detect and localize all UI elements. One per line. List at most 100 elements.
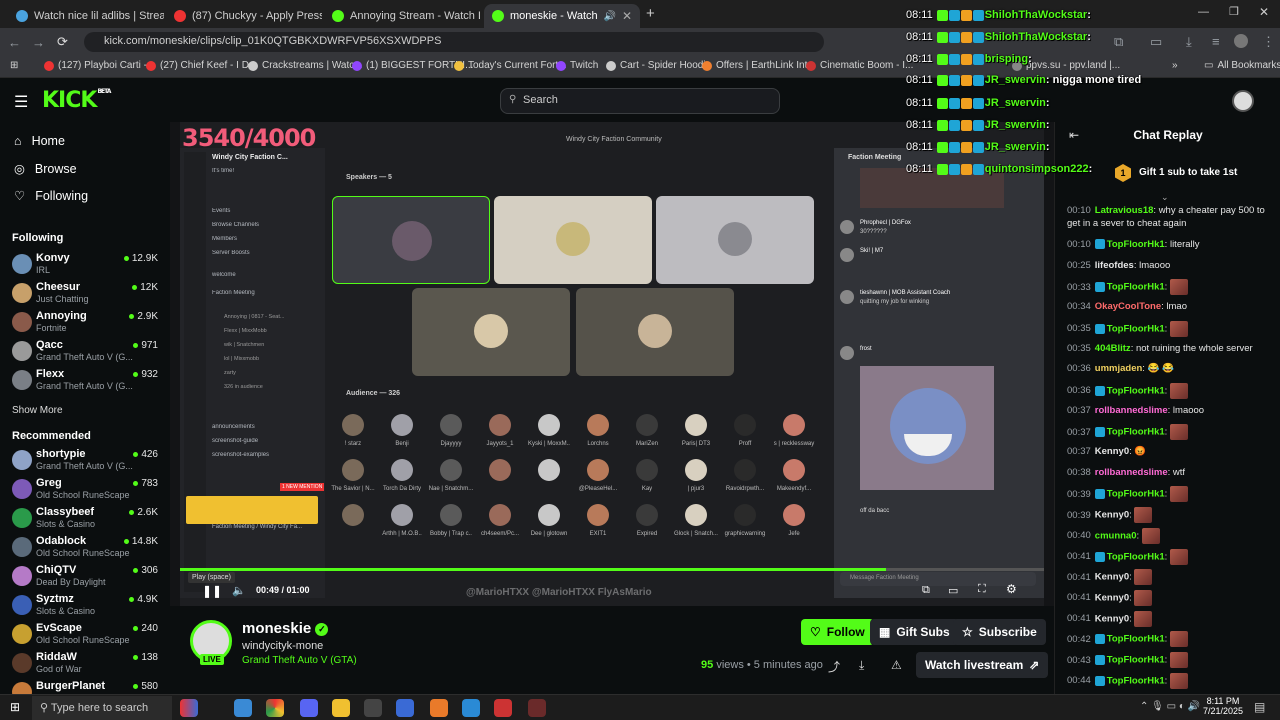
restore-button[interactable]: ❐ — [1229, 5, 1239, 18]
browser-tab-active[interactable]: moneskie - Watch clips on🔊✕ — [484, 4, 640, 28]
watch-livestream-button[interactable]: Watch livestream ⇗ — [916, 652, 1049, 678]
channel-item[interactable]: Konvy IRL 12.9K — [12, 252, 162, 280]
app-icon[interactable] — [364, 699, 382, 717]
streamer-name[interactable]: moneskie ✓ — [242, 620, 329, 637]
channel-item[interactable]: Odablock Old School RuneScape 14.8K — [12, 535, 162, 563]
pause-icon[interactable]: ❚❚ — [202, 584, 222, 598]
bookmark-item[interactable]: Twitch — [556, 60, 598, 71]
progress-track[interactable] — [180, 568, 1044, 571]
message-username[interactable]: TopFloorHk1 — [1107, 239, 1165, 250]
message-username[interactable]: TopFloorHk1 — [1107, 634, 1165, 645]
message-username[interactable]: Kenny0 — [1095, 446, 1129, 457]
reload-icon[interactable]: ⟳ — [57, 34, 68, 50]
channel-item[interactable]: RiddaW God of War 138 — [12, 651, 162, 679]
minimize-button[interactable]: — — [1198, 6, 1209, 18]
report-icon[interactable]: ⚠ — [891, 658, 902, 672]
media-icon[interactable]: ≡ — [1212, 34, 1220, 49]
browser-tab[interactable]: (87) Chuckyy - Apply Pressure✕ — [166, 4, 322, 28]
message-username[interactable]: 404Blitz — [1095, 343, 1131, 354]
apps-icon[interactable]: ⊞ — [10, 60, 18, 71]
streamer-username[interactable]: windycityk-mone — [242, 640, 323, 652]
app-icon[interactable] — [494, 699, 512, 717]
message-username[interactable]: rollbannedslime — [1095, 405, 1168, 416]
app-icon[interactable] — [462, 699, 480, 717]
message-username[interactable]: lifeofdes — [1095, 260, 1134, 271]
message-username[interactable]: Latravious18 — [1095, 205, 1154, 216]
subscribe-button[interactable]: ☆ Subscribe — [953, 619, 1046, 645]
store-icon[interactable] — [396, 699, 414, 717]
chevron-down-icon[interactable]: ⌄ — [1161, 192, 1169, 203]
chevron-right-icon[interactable]: » — [1172, 60, 1178, 71]
app-icon[interactable] — [528, 699, 546, 717]
new-tab-button[interactable]: + — [646, 5, 655, 22]
bookmark-item[interactable]: (127) Playboi Carti -... — [44, 60, 155, 71]
windows-start-icon[interactable]: ⊞ — [10, 700, 20, 714]
channel-item[interactable]: ChiQTV Dead By Daylight 306 — [12, 564, 162, 592]
file-explorer-icon[interactable] — [332, 699, 350, 717]
profile-avatar[interactable] — [1234, 34, 1248, 48]
message-username[interactable]: ummjaden — [1095, 363, 1143, 374]
share-icon[interactable]: ⤴ — [828, 658, 840, 675]
nav-following[interactable]: ♡ Following — [14, 188, 88, 204]
chrome-icon[interactable] — [266, 699, 284, 717]
message-username[interactable]: Kenny0 — [1095, 510, 1129, 521]
browser-tab[interactable]: Watch nice lil adlibs | Streamab✕ — [8, 4, 164, 28]
app-icon[interactable] — [430, 699, 448, 717]
channel-item[interactable]: Flexx Grand Theft Auto V (G... 932 — [12, 368, 162, 396]
search-input[interactable]: ⚲ Search — [500, 88, 780, 114]
volume-icon[interactable]: 🔈 — [232, 584, 246, 597]
message-username[interactable]: Kenny0 — [1095, 613, 1129, 624]
message-username[interactable]: TopFloorHk1 — [1107, 385, 1165, 396]
message-username[interactable]: TopFloorHk1 — [1107, 655, 1165, 666]
clock[interactable]: 8:11 PM 7/21/2025 — [1196, 696, 1250, 716]
download-icon[interactable]: ⤓ — [1186, 34, 1192, 50]
channel-item[interactable]: Greg Old School RuneScape 783 — [12, 477, 162, 505]
settings-icon[interactable]: ⚙ — [1006, 582, 1017, 596]
show-more-link[interactable]: Show More — [12, 405, 63, 416]
message-username[interactable]: Kenny0 — [1095, 592, 1129, 603]
cast-icon[interactable]: ▭ — [1150, 34, 1162, 50]
message-username[interactable]: TopFloorHk1 — [1107, 489, 1165, 500]
bookmark-item[interactable]: Cart - Spider Hoodie — [606, 60, 711, 71]
channel-item[interactable]: Cheesur Just Chatting 12K — [12, 281, 162, 309]
message-username[interactable]: cmunna0 — [1095, 530, 1137, 541]
user-avatar[interactable] — [1232, 90, 1254, 112]
bookmark-item[interactable]: Cinematic Boom - I... — [806, 60, 913, 71]
channel-item[interactable]: Syztmz Slots & Casino 4.9K — [12, 593, 162, 621]
system-tray-icons[interactable]: ⌃ 🎙 ▭ ◐ 🔊 — [1140, 701, 1200, 712]
discord-icon[interactable] — [300, 699, 318, 717]
all-bookmarks[interactable]: ▭ All Bookmarks — [1204, 60, 1280, 71]
nav-browse[interactable]: ◎ Browse — [14, 161, 77, 177]
bookmark-item[interactable]: Today's Current Fort... — [454, 60, 567, 71]
video-player[interactable]: Windy City Faction C... It's time! Events… — [170, 122, 1054, 606]
channel-item[interactable]: Qacc Grand Theft Auto V (G... 971 — [12, 339, 162, 367]
bookmark-item[interactable]: Offers | EarthLink Int... — [702, 60, 816, 71]
taskbar-search[interactable]: ⚲ Type here to search — [32, 696, 172, 720]
close-window-button[interactable]: ✕ — [1259, 5, 1269, 19]
close-icon[interactable]: ✕ — [622, 9, 632, 23]
download-icon[interactable]: ⤓ — [859, 658, 864, 673]
category-link[interactable]: Grand Theft Auto V (GTA) — [242, 655, 357, 666]
follow-button[interactable]: ♡ Follow — [801, 619, 874, 645]
message-username[interactable]: OkayCoolTone — [1095, 301, 1161, 312]
forward-icon[interactable]: → — [32, 35, 45, 50]
bookmark-item[interactable]: (27) Chief Keef - I D... — [146, 60, 257, 71]
theater-icon[interactable]: ⧉ — [922, 584, 930, 597]
nav-home[interactable]: ⌂ Home — [14, 134, 65, 148]
bookmark-item[interactable]: Crackstreams | Watc... — [248, 60, 363, 71]
gift-subs-button[interactable]: ▦ Gift Subs — [870, 619, 959, 645]
message-username[interactable]: TopFloorHk1 — [1107, 551, 1165, 562]
message-username[interactable]: Kenny0 — [1095, 572, 1129, 583]
fullscreen-icon[interactable]: ⛶ — [978, 583, 986, 596]
message-username[interactable]: TopFloorHk1 — [1107, 675, 1165, 686]
kick-logo[interactable]: KICKBETA — [42, 88, 111, 113]
gift-banner[interactable]: Gift 1 sub to take 1st — [1139, 167, 1237, 178]
channel-item[interactable]: EvScape Old School RuneScape 240 — [12, 622, 162, 650]
channel-item[interactable]: Classybeef Slots & Casino 2.6K — [12, 506, 162, 534]
message-username[interactable]: rollbannedslime — [1095, 467, 1168, 478]
notification-icon[interactable]: ▤ — [1254, 700, 1265, 714]
back-icon[interactable]: ← — [8, 35, 21, 50]
message-username[interactable]: TopFloorHk1 — [1107, 323, 1165, 334]
hamburger-menu-icon[interactable]: ☰ — [14, 92, 28, 112]
url-field[interactable]: kick.com/moneskie/clips/clip_01K0QTGBKXD… — [84, 32, 824, 52]
